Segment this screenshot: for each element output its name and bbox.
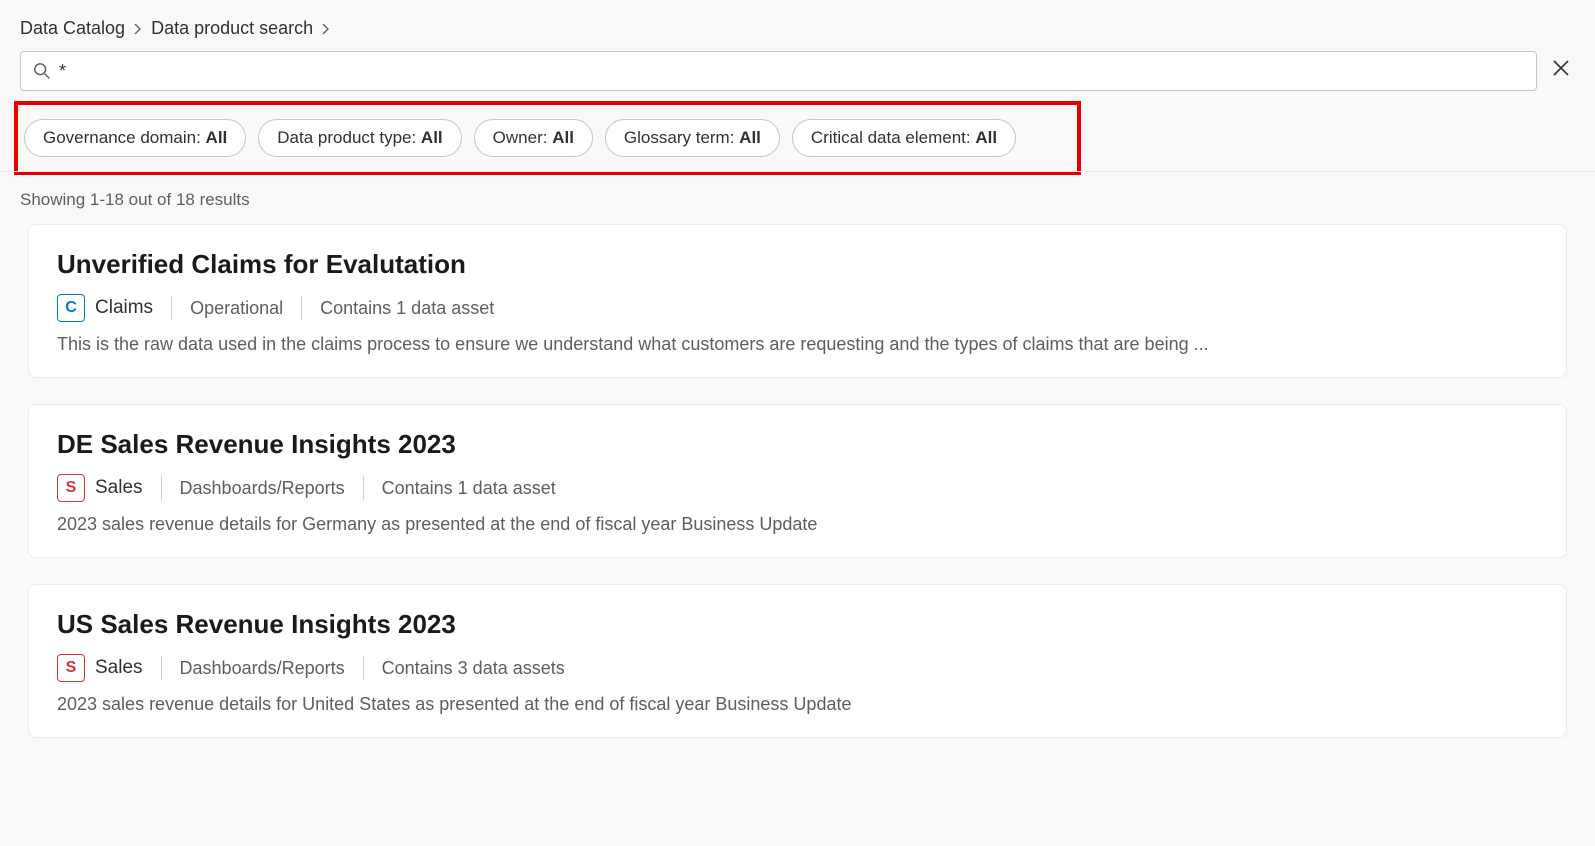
- filter-label: Glossary term:: [624, 128, 739, 147]
- filter-pill[interactable]: Data product type: All: [258, 119, 461, 157]
- breadcrumb: Data Catalog Data product search: [0, 0, 1595, 51]
- result-title[interactable]: DE Sales Revenue Insights 2023: [57, 429, 1538, 460]
- separator: [161, 476, 162, 500]
- chevron-right-icon: [321, 21, 331, 37]
- search-box[interactable]: [20, 51, 1537, 91]
- result-assets: Contains 1 data asset: [382, 478, 556, 499]
- domain-chip[interactable]: C Claims: [57, 294, 153, 322]
- filter-label: Governance domain:: [43, 128, 206, 147]
- separator: [171, 296, 172, 320]
- filter-value: All: [975, 128, 997, 147]
- filters-bar: Governance domain: AllData product type:…: [14, 101, 1081, 175]
- result-assets: Contains 1 data asset: [320, 298, 494, 319]
- separator: [363, 476, 364, 500]
- domain-name: Sales: [95, 657, 143, 679]
- domain-chip[interactable]: S Sales: [57, 654, 143, 682]
- domain-badge-icon: C: [57, 294, 85, 322]
- separator: [301, 296, 302, 320]
- domain-badge-icon: S: [57, 474, 85, 502]
- search-icon: [33, 62, 51, 80]
- results-count: Showing 1-18 out of 18 results: [0, 172, 1595, 224]
- filter-pill[interactable]: Critical data element: All: [792, 119, 1016, 157]
- result-card[interactable]: DE Sales Revenue Insights 2023 S Sales Dash…: [28, 404, 1567, 558]
- separator: [161, 656, 162, 680]
- result-card[interactable]: US Sales Revenue Insights 2023 S Sales Dash…: [28, 584, 1567, 738]
- filter-label: Critical data element:: [811, 128, 975, 147]
- search-input[interactable]: [59, 61, 1524, 82]
- result-meta: S Sales Dashboards/Reports Contains 1 data …: [57, 474, 1538, 502]
- result-type: Operational: [190, 298, 283, 319]
- result-type: Dashboards/Reports: [180, 478, 345, 499]
- breadcrumb-item[interactable]: Data Catalog: [20, 18, 125, 39]
- close-icon: [1552, 59, 1570, 83]
- result-title[interactable]: US Sales Revenue Insights 2023: [57, 609, 1538, 640]
- result-description: 2023 sales revenue details for United St…: [57, 694, 1538, 715]
- result-assets: Contains 3 data assets: [382, 658, 565, 679]
- domain-name: Claims: [95, 297, 153, 319]
- domain-chip[interactable]: S Sales: [57, 474, 143, 502]
- filter-pill[interactable]: Governance domain: All: [24, 119, 246, 157]
- filter-pill[interactable]: Owner: All: [474, 119, 593, 157]
- result-meta: C Claims Operational Contains 1 data asset: [57, 294, 1538, 322]
- chevron-right-icon: [133, 21, 143, 37]
- filter-label: Owner:: [493, 128, 553, 147]
- filter-pill[interactable]: Glossary term: All: [605, 119, 780, 157]
- breadcrumb-item[interactable]: Data product search: [151, 18, 313, 39]
- result-description: 2023 sales revenue details for Germany a…: [57, 514, 1538, 535]
- result-card[interactable]: Unverified Claims for Evalutation C Claims…: [28, 224, 1567, 378]
- filter-value: All: [206, 128, 228, 147]
- filter-value: All: [739, 128, 761, 147]
- separator: [363, 656, 364, 680]
- result-type: Dashboards/Reports: [180, 658, 345, 679]
- result-description: This is the raw data used in the claims …: [57, 334, 1538, 355]
- result-meta: S Sales Dashboards/Reports Contains 3 data …: [57, 654, 1538, 682]
- results-list: Unverified Claims for Evalutation C Claims…: [0, 224, 1595, 766]
- filter-label: Data product type:: [277, 128, 421, 147]
- clear-search-button[interactable]: [1547, 57, 1575, 85]
- domain-badge-icon: S: [57, 654, 85, 682]
- domain-name: Sales: [95, 477, 143, 499]
- filter-value: All: [421, 128, 443, 147]
- filter-value: All: [552, 128, 574, 147]
- result-title[interactable]: Unverified Claims for Evalutation: [57, 249, 1538, 280]
